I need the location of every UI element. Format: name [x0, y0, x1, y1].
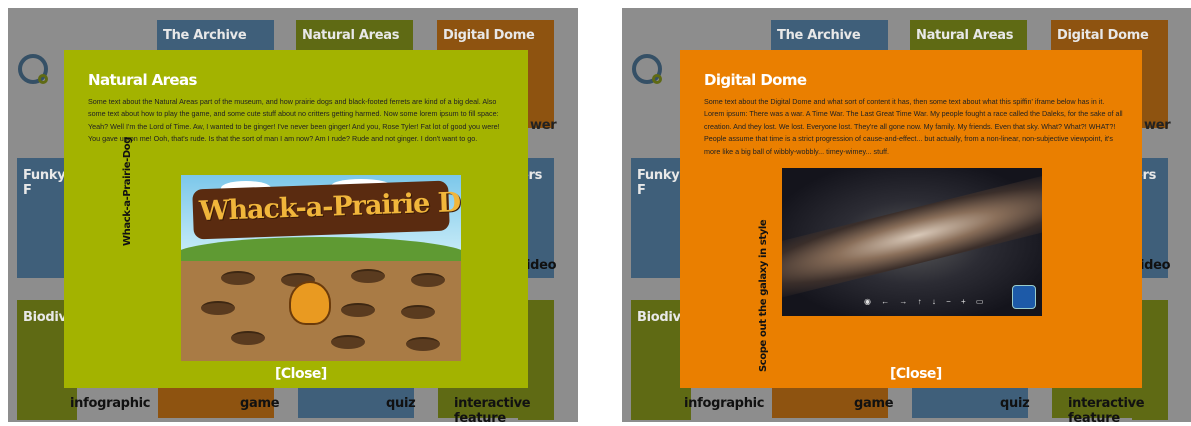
infographic-label[interactable]: infographic	[70, 396, 151, 411]
game-side-label: Whack-a-Prairie-Dog	[122, 137, 133, 246]
close-button[interactable]: [Close]	[890, 366, 942, 382]
modal-title: Natural Areas	[88, 71, 197, 89]
hole-icon[interactable]	[351, 269, 385, 283]
tile-natural-areas-label: Natural Areas	[302, 28, 400, 43]
whack-a-prairie-dog-game[interactable]: Whack-a-Prairie Dog	[181, 175, 461, 361]
modal-title: Digital Dome	[704, 71, 807, 89]
hole-icon[interactable]	[411, 273, 445, 287]
tile-digital-dome-label: Digital Dome	[1057, 28, 1149, 43]
modal-body-text: Some text about the Natural Areas part o…	[88, 97, 500, 144]
natural-areas-modal: Natural Areas Some text about the Natura…	[64, 50, 528, 388]
museum-logo-small-icon	[652, 74, 662, 84]
modal-body-text: Some text about the Digital Dome and wha…	[704, 97, 1123, 156]
tile-interactive[interactable]: interactive feature	[438, 388, 554, 422]
hole-icon[interactable]	[401, 305, 435, 319]
hole-icon[interactable]	[221, 271, 255, 285]
close-button[interactable]: [Close]	[275, 366, 327, 382]
viewer-logo-icon[interactable]	[1012, 285, 1036, 309]
tile-natural-areas-label: Natural Areas	[916, 28, 1014, 43]
tile-video-label: ideo	[1140, 258, 1171, 273]
prairie-dog-icon[interactable]	[289, 281, 331, 325]
tile-archive-label: The Archive	[163, 28, 247, 43]
galaxy-viewer-iframe[interactable]: ◉ ← → ↑ ↓ − + ▭	[782, 168, 1042, 316]
tile-quiz-label: quiz	[386, 396, 416, 411]
left-screenshot: The Archive Natural Areas Digital Dome w…	[8, 8, 578, 422]
milky-way-image	[782, 168, 1042, 303]
viewer-controls[interactable]: ◉ ← → ↑ ↓ − + ▭	[864, 297, 987, 306]
hole-icon[interactable]	[201, 301, 235, 315]
tile-viewer-label: wer	[530, 118, 557, 133]
tile-viewer-label: wer	[1144, 118, 1171, 133]
tile-interactive-label: interactive feature	[1068, 396, 1145, 422]
tile-game-label: game	[854, 396, 894, 411]
tile-digital-dome-label: Digital Dome	[443, 28, 535, 43]
tile-video-label: ideo	[526, 258, 557, 273]
museum-logo-small-icon	[38, 74, 48, 84]
tile-game[interactable]: game	[772, 388, 894, 418]
hole-icon[interactable]	[406, 337, 440, 351]
tile-interactive[interactable]: interactive feature	[1052, 388, 1168, 422]
tile-quiz[interactable]: quiz	[298, 388, 416, 418]
hole-icon[interactable]	[231, 331, 265, 345]
tile-interactive-label: interactive feature	[454, 396, 531, 422]
tile-archive-label: The Archive	[777, 28, 861, 43]
galaxy-side-label: Scope out the galaxy in style	[758, 219, 769, 372]
tile-game-label: game	[240, 396, 280, 411]
tile-game[interactable]: game	[158, 388, 280, 418]
hole-icon[interactable]	[331, 335, 365, 349]
hole-icon[interactable]	[341, 303, 375, 317]
tile-quiz-label: quiz	[1000, 396, 1030, 411]
infographic-label[interactable]: infographic	[684, 396, 765, 411]
digital-dome-modal: Digital Dome Some text about the Digital…	[680, 50, 1142, 388]
tile-quiz[interactable]: quiz	[912, 388, 1030, 418]
right-screenshot: The Archive Natural Areas Digital Dome w…	[622, 8, 1191, 422]
